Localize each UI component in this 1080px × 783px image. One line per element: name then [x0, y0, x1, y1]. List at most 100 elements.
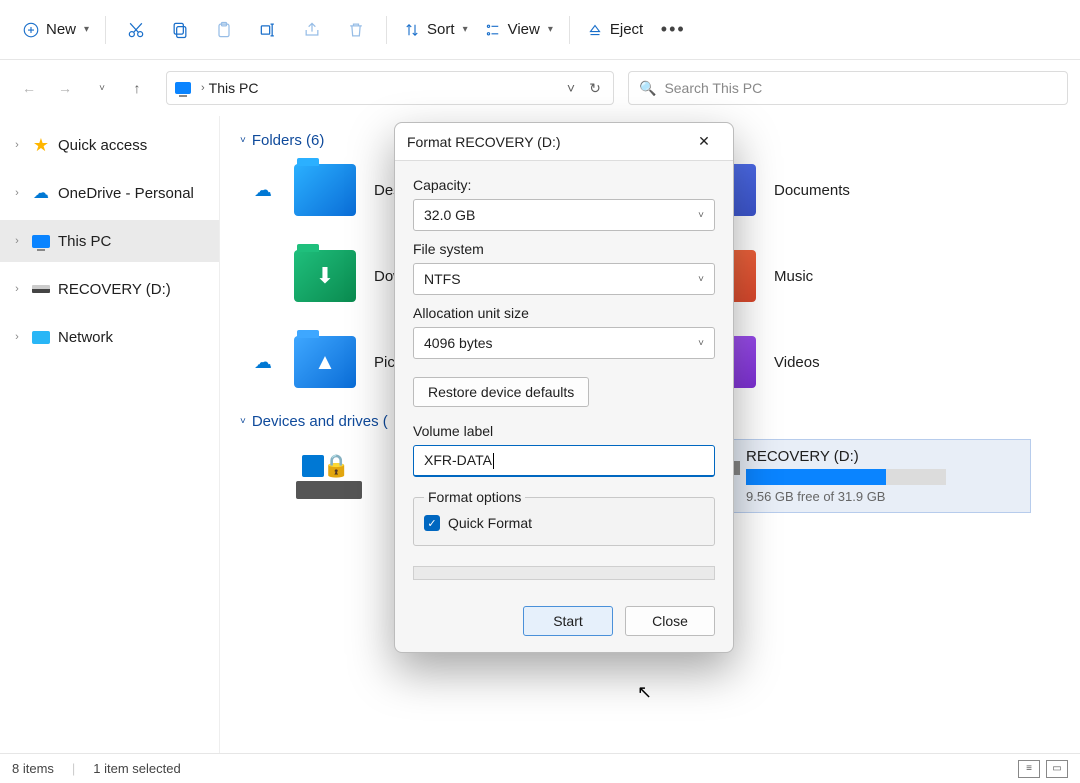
- network-icon: [32, 331, 50, 344]
- chevron-down-icon: ˅: [240, 135, 246, 146]
- chevron-down-icon: ˅: [698, 274, 704, 285]
- sidebar-item-quick-access[interactable]: › ★ Quick access: [0, 124, 219, 166]
- chevron-right-icon[interactable]: ›: [10, 331, 24, 343]
- capacity-label: Capacity:: [413, 177, 715, 193]
- text-caret: [493, 453, 494, 469]
- os-drive-icon: 🔒: [296, 453, 362, 499]
- search-icon: 🔍: [639, 80, 656, 97]
- nav-tree: › ★ Quick access › ☁ OneDrive - Personal…: [0, 116, 220, 753]
- dialog-titlebar[interactable]: Format RECOVERY (D:) ✕: [395, 123, 733, 161]
- status-bar: 8 items | 1 item selected ≡ ▭: [0, 753, 1080, 783]
- view-button[interactable]: View ▾: [478, 10, 559, 50]
- chevron-right-icon[interactable]: ›: [10, 283, 24, 295]
- chevron-right-icon[interactable]: ›: [10, 187, 24, 199]
- search-input[interactable]: 🔍 Search This PC: [628, 71, 1068, 105]
- chevron-down-icon: ˅: [698, 338, 704, 349]
- format-options-legend: Format options: [424, 489, 525, 505]
- progress-bar: [413, 566, 715, 580]
- monitor-icon: [32, 235, 50, 248]
- folder-label: Music: [774, 268, 813, 285]
- allocation-label: Allocation unit size: [413, 305, 715, 321]
- quick-format-label: Quick Format: [448, 515, 532, 531]
- eject-button[interactable]: Eject: [580, 10, 649, 50]
- up-button[interactable]: ↑: [120, 71, 154, 105]
- filesystem-select[interactable]: NTFS ˅: [413, 263, 715, 295]
- cloud-sync-icon: ☁: [250, 180, 276, 201]
- filesystem-value: NTFS: [424, 271, 461, 287]
- sidebar-item-label: OneDrive - Personal: [58, 185, 194, 202]
- chevron-right-icon[interactable]: ›: [10, 139, 24, 151]
- capacity-select[interactable]: 32.0 GB ˅: [413, 199, 715, 231]
- chevron-down-icon: ˅: [240, 416, 246, 427]
- sidebar-item-label: This PC: [58, 233, 111, 250]
- quick-format-checkbox[interactable]: ✓ Quick Format: [424, 515, 704, 531]
- chevron-right-icon[interactable]: ›: [10, 235, 24, 247]
- capacity-bar: [746, 469, 946, 485]
- close-label: Close: [652, 613, 688, 629]
- rename-button[interactable]: [248, 10, 288, 50]
- sort-label: Sort: [427, 21, 455, 38]
- close-button[interactable]: ✕: [687, 128, 721, 156]
- refresh-button[interactable]: ↻: [583, 80, 607, 97]
- volume-label-label: Volume label: [413, 423, 715, 439]
- delete-button[interactable]: [336, 10, 376, 50]
- address-bar[interactable]: › This PC ˅ ↻: [166, 71, 614, 105]
- details-view-toggle[interactable]: ≡: [1018, 760, 1040, 778]
- sidebar-item-label: Quick access: [58, 137, 147, 154]
- group-folders-label: Folders (6): [252, 132, 325, 149]
- sidebar-item-this-pc[interactable]: › This PC: [0, 220, 219, 262]
- close-dialog-button[interactable]: Close: [625, 606, 715, 636]
- chevron-down-icon: ▾: [463, 24, 468, 35]
- allocation-select[interactable]: 4096 bytes ˅: [413, 327, 715, 359]
- recent-dropdown[interactable]: ˅: [84, 71, 118, 105]
- eject-label: Eject: [610, 21, 643, 38]
- chevron-down-icon: ▾: [84, 24, 89, 35]
- dialog-title: Format RECOVERY (D:): [407, 134, 561, 150]
- address-dropdown[interactable]: ˅: [559, 80, 583, 96]
- start-button[interactable]: Start: [523, 606, 613, 636]
- new-button[interactable]: New ▾: [16, 10, 95, 50]
- separator: [386, 16, 387, 44]
- drive-free-text: 9.56 GB free of 31.9 GB: [746, 489, 1022, 504]
- breadcrumb-item[interactable]: This PC: [209, 80, 259, 96]
- cut-button[interactable]: [116, 10, 156, 50]
- separator: [569, 16, 570, 44]
- forward-button[interactable]: →: [48, 71, 82, 105]
- sidebar-item-recovery[interactable]: › RECOVERY (D:): [0, 268, 219, 310]
- item-count: 8 items: [12, 761, 54, 776]
- volume-label-input[interactable]: XFR-DATA: [413, 445, 715, 477]
- thumbnails-view-toggle[interactable]: ▭: [1046, 760, 1068, 778]
- restore-defaults-button[interactable]: Restore device defaults: [413, 377, 589, 407]
- sidebar-item-network[interactable]: › Network: [0, 316, 219, 358]
- back-button[interactable]: ←: [12, 71, 46, 105]
- restore-defaults-label: Restore device defaults: [428, 384, 574, 400]
- sort-button[interactable]: Sort ▾: [397, 10, 474, 50]
- folder-label: Videos: [774, 354, 820, 371]
- downloads-folder-icon: ⬇: [294, 250, 356, 302]
- group-drives-label: Devices and drives (: [252, 413, 388, 430]
- separator: [105, 16, 106, 44]
- more-button[interactable]: •••: [653, 10, 693, 50]
- cloud-sync-icon: ☁: [250, 352, 276, 373]
- share-button[interactable]: [292, 10, 332, 50]
- capacity-value: 32.0 GB: [424, 207, 475, 223]
- volume-label-value: XFR-DATA: [424, 452, 492, 468]
- nav-bar: ← → ˅ ↑ › This PC ˅ ↻ 🔍 Search This PC: [0, 60, 1080, 116]
- sidebar-item-label: Network: [58, 329, 113, 346]
- new-button-label: New: [46, 21, 76, 38]
- cloud-icon: ☁: [32, 184, 50, 202]
- folder-label: Documents: [774, 182, 850, 199]
- paste-button[interactable]: [204, 10, 244, 50]
- drive-icon: [32, 285, 50, 293]
- view-label: View: [508, 21, 540, 38]
- checkbox-checked-icon: ✓: [424, 515, 440, 531]
- copy-button[interactable]: [160, 10, 200, 50]
- format-dialog: Format RECOVERY (D:) ✕ Capacity: 32.0 GB…: [394, 122, 734, 653]
- sidebar-item-onedrive[interactable]: › ☁ OneDrive - Personal: [0, 172, 219, 214]
- pictures-folder-icon: ▲: [294, 336, 356, 388]
- lock-icon: 🔒: [323, 453, 350, 479]
- chevron-down-icon: ˅: [698, 210, 704, 221]
- sidebar-item-label: RECOVERY (D:): [58, 281, 171, 298]
- desktop-folder-icon: [294, 164, 356, 216]
- command-bar: New ▾ Sort ▾ View ▾ Eject •••: [0, 0, 1080, 60]
